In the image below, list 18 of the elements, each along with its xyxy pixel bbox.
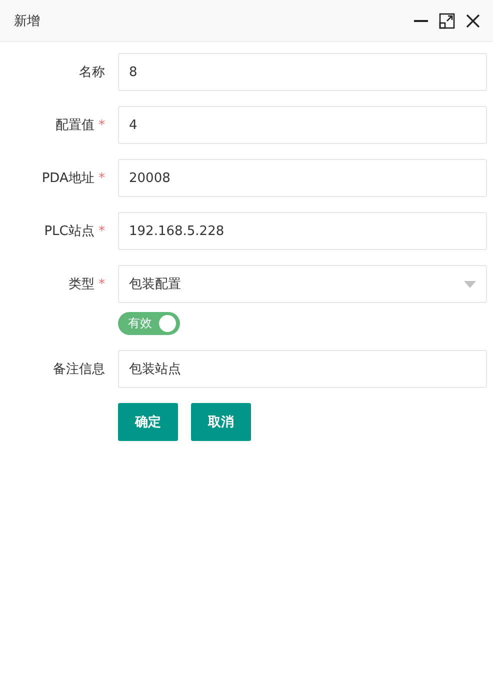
caret-icon [464,280,476,288]
field-label: 备注信息 [52,361,105,378]
window-title: 新增 [14,12,41,30]
field-label: PLC站点 * [43,223,105,240]
field-label: 名称 [78,64,105,81]
close-icon[interactable] [465,12,481,28]
text-field[interactable]: 20008 [118,159,487,197]
maximize-icon[interactable] [439,12,455,28]
field-label: 配置值 * [54,117,105,134]
type-select[interactable]: 包装配置 [118,265,487,303]
field-label: 类型 * [67,276,105,293]
cancel-button[interactable]: 取消 [191,403,251,441]
text-field[interactable]: 8 [118,53,487,91]
text-field[interactable]: 4 [118,106,487,144]
text-field[interactable]: 192.168.5.228 [118,212,487,250]
confirm-button[interactable]: 确定 [118,403,178,441]
text-field[interactable]: 包装站点 [118,350,487,388]
field-label: PDA地址 * [40,170,105,187]
